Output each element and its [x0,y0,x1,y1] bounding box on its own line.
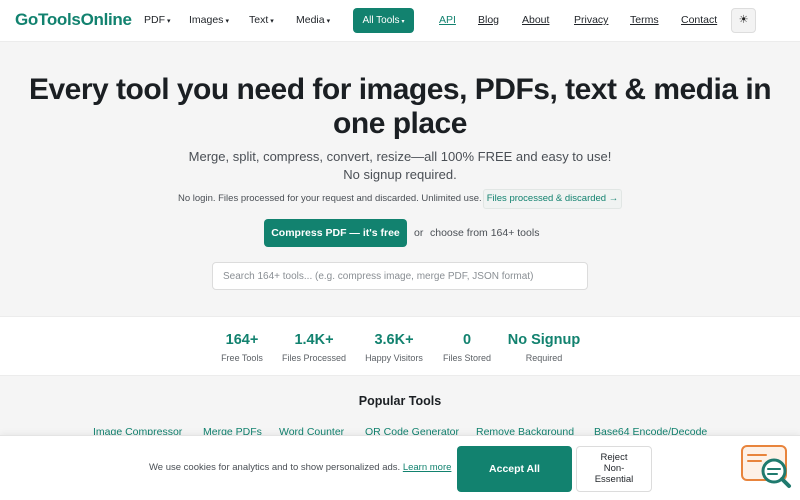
privacy-note: No login. Files processed for your reque… [178,193,482,204]
reject-label-line: Reject [600,452,628,463]
stat-value: No Signup [507,332,581,348]
nav-dropdown-media[interactable]: Media ▾ [296,14,330,26]
tool-search-input[interactable] [212,262,588,290]
nav-dropdown-label: Images [189,14,224,26]
cookie-message: We use cookies for analytics and to show… [149,462,451,473]
chevron-down-icon: ▾ [326,18,331,25]
nav-dropdown-label: Text [249,14,269,26]
all-tools-label: All Tools [362,15,400,26]
compress-pdf-button[interactable]: Compress PDF — it's free [264,219,407,247]
nav-link-blog[interactable]: Blog [478,14,499,26]
chevron-down-icon: ▾ [270,18,274,25]
chevron-down-icon: ▾ [401,19,405,25]
nav-dropdown-label: Media [296,14,325,26]
nav-link-privacy[interactable]: Privacy [574,14,608,26]
hero-title: Every tool you need for images, PDFs, te… [28,73,772,140]
theme-toggle-button[interactable]: ☀ [731,8,756,33]
sun-icon: ☀ [738,14,749,26]
stat-files-processed: 1.4K+ Files Processed [269,331,359,363]
chat-search-widget[interactable] [741,444,793,490]
stat-no-signup: No Signup Required [499,331,589,363]
site-logo[interactable]: GoToolsOnline [15,10,132,30]
nav-link-contact[interactable]: Contact [681,14,717,26]
top-navigation: GoToolsOnline PDF ▾ Images ▾ Text ▾ Media ▾ … [0,0,800,42]
nav-dropdown-label: PDF [144,14,165,26]
chevron-down-icon: ▾ [225,18,229,25]
stat-value: 1.4K+ [294,332,334,348]
choose-tools-text: choose from 164+ tools [430,227,540,239]
reject-label-line: Non- [603,463,625,474]
hero-subtitle: Merge, split, compress, convert, resize—… [188,149,612,182]
files-discarded-badge[interactable]: Files processed & discarded → [483,189,622,209]
stat-label: Required [525,353,563,363]
cookie-message-text: We use cookies for analytics and to show… [149,462,401,473]
hero-section: Every tool you need for images, PDFs, te… [0,43,800,315]
learn-more-link[interactable]: Learn more [403,462,452,473]
all-tools-button[interactable]: All Tools ▾ [353,8,414,33]
popular-tools-section: Popular Tools Image Compressor Merge PDF… [0,377,800,438]
chat-search-icon [741,445,791,488]
nav-dropdown-images[interactable]: Images ▾ [189,14,229,26]
nav-dropdown-text[interactable]: Text ▾ [249,14,274,26]
popular-tools-title: Popular Tools [358,394,442,408]
cookie-banner: We use cookies for analytics and to show… [0,435,800,500]
reject-non-essential-button[interactable]: Reject Non- Essential [576,446,652,492]
nav-link-about[interactable]: About [522,14,549,26]
nav-dropdown-pdf[interactable]: PDF ▾ [144,14,171,26]
reject-label-line: Essential [594,474,634,485]
accept-all-button[interactable]: Accept All [457,446,572,492]
or-text: or [414,227,424,239]
stats-bar: 164+ Free Tools 1.4K+ Files Processed 3.… [0,316,800,376]
nav-link-terms[interactable]: Terms [630,14,659,26]
nav-link-api[interactable]: API [439,14,456,26]
chevron-down-icon: ▾ [167,18,171,25]
stat-label: Files Processed [281,353,347,363]
